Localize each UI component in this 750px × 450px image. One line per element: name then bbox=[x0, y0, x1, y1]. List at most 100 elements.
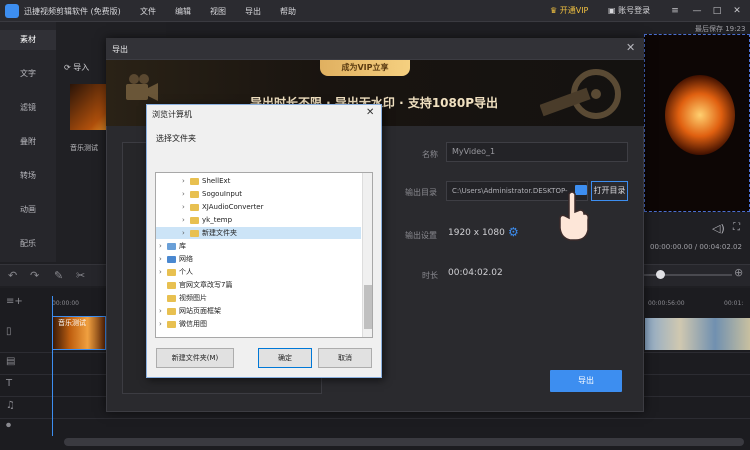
tree-item[interactable]: › SogouInput bbox=[156, 188, 361, 200]
ruler-mid: 00:00:56:00 bbox=[648, 300, 685, 307]
tree-item[interactable]: › yk_temp bbox=[156, 214, 361, 226]
text-track-icon: T bbox=[6, 378, 13, 389]
app-logo-icon bbox=[5, 4, 19, 18]
folder-icon bbox=[167, 294, 176, 302]
folder-icon bbox=[167, 281, 176, 289]
sidebar-item-media[interactable]: 素材 bbox=[0, 30, 56, 50]
fullscreen-icon[interactable]: ⛶ bbox=[733, 222, 740, 233]
chevron-right-icon: › bbox=[159, 307, 162, 315]
timeline-scrollbar[interactable] bbox=[64, 438, 744, 446]
browse-dialog-close-icon[interactable]: ✕ bbox=[366, 107, 374, 118]
video-clip-right[interactable] bbox=[645, 318, 750, 350]
tree-item[interactable]: › 个人 bbox=[156, 266, 361, 278]
chevron-right-icon: › bbox=[182, 203, 185, 211]
ruler-start: 00:00:00 bbox=[52, 300, 79, 307]
new-folder-button[interactable]: 新建文件夹(M) bbox=[156, 348, 234, 368]
name-input[interactable]: MyVideo_1 bbox=[446, 142, 628, 162]
folder-icon bbox=[190, 190, 199, 198]
open-vip-button[interactable]: ♛ 开通VIP bbox=[550, 5, 588, 16]
cancel-button[interactable]: 取消 bbox=[318, 348, 372, 368]
chevron-right-icon: › bbox=[159, 255, 162, 263]
media-thumbnail-label: 音乐测试 bbox=[70, 144, 98, 152]
menu-edit[interactable]: 编辑 bbox=[175, 6, 191, 17]
export-dialog-close-icon[interactable]: ✕ bbox=[626, 41, 635, 54]
sidebar-item-animation[interactable]: 动画 bbox=[0, 200, 56, 220]
undo-icon[interactable]: ↶ bbox=[8, 269, 17, 282]
sidebar-item-text[interactable]: 文字 bbox=[0, 64, 56, 84]
zoom-slider-handle[interactable] bbox=[656, 270, 665, 279]
cut-icon[interactable]: ✂ bbox=[76, 269, 85, 282]
video-clip-label: 音乐测试 bbox=[58, 319, 86, 327]
maximize-icon[interactable]: □ bbox=[710, 4, 724, 18]
duration-label: 时长 bbox=[422, 271, 438, 280]
sidebar-item-transitions[interactable]: 转场 bbox=[0, 166, 56, 186]
gear-icon[interactable]: ⚙ bbox=[508, 225, 519, 239]
folder-icon bbox=[190, 216, 199, 224]
tree-item[interactable]: › 微信用图 bbox=[156, 318, 361, 330]
zoom-in-icon[interactable]: ⊕ bbox=[734, 266, 743, 279]
sidebar-item-music[interactable]: 配乐 bbox=[0, 234, 56, 254]
chevron-right-icon: › bbox=[182, 190, 185, 198]
preview-window bbox=[644, 34, 750, 212]
edit-icon[interactable]: ✎ bbox=[54, 269, 63, 282]
user-icon: ▣ bbox=[608, 6, 619, 15]
tree-item[interactable]: › 网络 bbox=[156, 253, 361, 265]
video-track-icon: ▯ bbox=[6, 326, 12, 337]
zoom-slider[interactable] bbox=[640, 274, 732, 276]
menu-help[interactable]: 帮助 bbox=[280, 6, 296, 17]
import-button[interactable]: ⟳ 导入 bbox=[64, 62, 89, 73]
autosave-status: 最后保存 19:23 bbox=[695, 25, 746, 33]
chevron-right-icon: › bbox=[182, 177, 185, 185]
refresh-icon: ⟳ bbox=[64, 63, 74, 72]
close-icon[interactable]: ✕ bbox=[730, 4, 744, 18]
name-label: 名称 bbox=[422, 150, 438, 159]
time-readout: 00:00:00.00 / 00:04:02.02 bbox=[650, 243, 742, 251]
vip-offer-badge: 成为VIP立享 bbox=[320, 60, 410, 76]
account-login-button[interactable]: ▣ 账号登录 bbox=[608, 5, 650, 16]
tree-item[interactable]: › ShellExt bbox=[156, 175, 361, 187]
folder-icon bbox=[190, 203, 199, 211]
tree-item[interactable]: › XJAudioConverter bbox=[156, 201, 361, 213]
chevron-right-icon: › bbox=[159, 320, 162, 328]
menu-file[interactable]: 文件 bbox=[140, 6, 156, 17]
hand-pointer-icon bbox=[559, 191, 589, 241]
redo-icon[interactable]: ↷ bbox=[30, 269, 39, 282]
export-dialog-header bbox=[106, 38, 644, 60]
duration-value: 00:04:02.02 bbox=[448, 268, 503, 278]
ok-button[interactable]: 确定 bbox=[258, 348, 312, 368]
add-track-icon[interactable]: ≡+ bbox=[6, 296, 23, 307]
tree-item[interactable]: 视频图片 bbox=[156, 292, 361, 304]
volume-icon[interactable]: ◁) bbox=[712, 222, 725, 235]
sidebar-item-filters[interactable]: 滤镜 bbox=[0, 98, 56, 118]
folder-icon bbox=[167, 307, 176, 315]
menu-view[interactable]: 视图 bbox=[210, 6, 226, 17]
music-track-icon: ♫ bbox=[6, 400, 15, 411]
resolution-value: 1920 x 1080 bbox=[448, 228, 505, 238]
film-reel-icon bbox=[540, 69, 621, 119]
tree-item[interactable]: › 网站页面框架 bbox=[156, 305, 361, 317]
app-title: 迅捷视频剪辑软件 (免费版) bbox=[24, 7, 121, 16]
folder-icon bbox=[190, 229, 199, 237]
track-divider bbox=[0, 418, 750, 419]
tree-item[interactable]: › 库 bbox=[156, 240, 361, 252]
folder-tree: › ShellExt › SogouInput › XJAudioConverter … bbox=[155, 172, 373, 338]
tree-scrollbar-thumb[interactable] bbox=[364, 285, 372, 329]
crown-icon: ♛ bbox=[550, 6, 560, 15]
open-directory-button[interactable]: 打开目录 bbox=[591, 181, 628, 201]
library-icon bbox=[167, 242, 176, 250]
browse-dialog-title: 浏览计算机 bbox=[152, 110, 192, 119]
menu-export[interactable]: 导出 bbox=[245, 6, 261, 17]
ruler-end: 00:01: bbox=[724, 300, 744, 307]
menu-icon[interactable]: ≡ bbox=[668, 4, 682, 18]
tree-item-selected[interactable]: › 新建文件夹 bbox=[156, 227, 361, 239]
tree-item[interactable]: 官网文章改写7篇 bbox=[156, 279, 361, 291]
minimize-icon[interactable]: — bbox=[690, 4, 704, 18]
folder-icon bbox=[167, 268, 176, 276]
chevron-right-icon: › bbox=[159, 242, 162, 250]
sidebar-item-overlay[interactable]: 叠附 bbox=[0, 132, 56, 152]
chevron-right-icon: › bbox=[159, 268, 162, 276]
export-button[interactable]: 导出 bbox=[550, 370, 622, 392]
playhead[interactable] bbox=[52, 296, 53, 436]
chevron-right-icon: › bbox=[182, 229, 185, 237]
folder-icon bbox=[190, 177, 199, 185]
